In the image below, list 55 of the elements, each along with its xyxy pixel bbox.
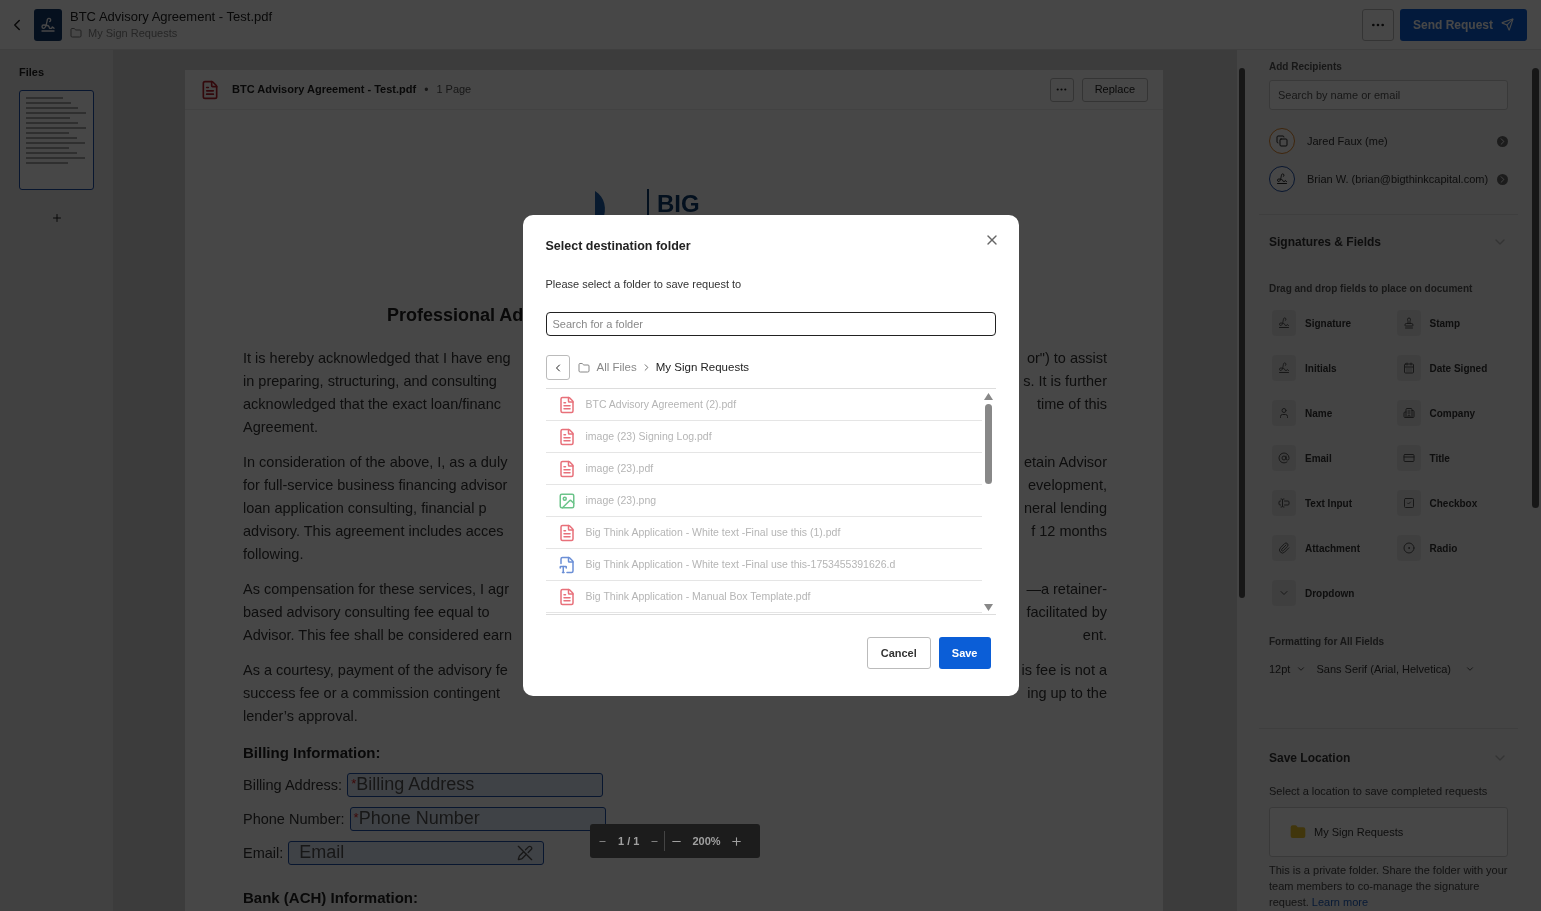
zoom-level: 200% [692, 833, 721, 849]
pdf-file-icon [557, 587, 576, 606]
document-text: based advisory consulting fee equal to [243, 603, 490, 622]
document-text: —a retainer- [1026, 580, 1107, 599]
section-heading: Billing Information: [243, 743, 381, 763]
document-text: Agreement. [243, 418, 318, 437]
document-text: f 12 months [1031, 522, 1107, 541]
document-text: lender’s approval. [243, 707, 358, 726]
folder-search-field[interactable]: Search for a folder [545, 312, 996, 337]
document-text: is fee is not a [1021, 661, 1107, 680]
learn-more-link[interactable]: Learn more [1311, 896, 1369, 908]
cancel-button[interactable]: Cancel [866, 637, 931, 670]
pdf-file-icon [557, 395, 576, 414]
files-heading: Files [19, 65, 45, 80]
separator-dot: • [424, 81, 429, 99]
scroll-up-icon[interactable] [984, 393, 993, 401]
document-text: facilitated by [1026, 603, 1107, 622]
folder-icon [577, 361, 590, 374]
document-text: success fee or a commission contingent [243, 684, 501, 703]
document-text: etain Advisor [1023, 453, 1107, 472]
document-text: acknowledged that the exact loan/financ [243, 395, 501, 414]
dialog-title: Select destination folder [545, 238, 691, 255]
zoom-in-icon[interactable] [729, 834, 743, 848]
field-label: Billing Address: [243, 775, 343, 795]
pdf-file-icon [557, 523, 576, 542]
field-label: Phone Number: [243, 809, 345, 829]
image-file-icon [557, 491, 576, 510]
save-button[interactable]: Save [938, 637, 991, 670]
document-text: or") to assist [1026, 349, 1107, 368]
document-title: BTC Advisory Agreement - Test.pdf [70, 7, 273, 25]
document-text: time of this [1036, 395, 1107, 414]
document-text: Advisor. This fee shall be considered earn [243, 626, 512, 645]
pdf-file-icon [557, 459, 576, 478]
scrollbar-thumb[interactable] [985, 404, 992, 485]
document-text: in preparing, structuring, and consulting [243, 372, 497, 391]
document-text: for full-service business financing advisor [243, 476, 508, 495]
pdf-file-icon [557, 427, 576, 446]
document-text: s. It is further [1023, 372, 1107, 391]
document-heading: Professional Ad [387, 304, 524, 327]
breadcrumb-item[interactable]: All Files [596, 359, 637, 377]
document-text: ent. [1082, 626, 1107, 645]
document-text: ing up to the [1027, 684, 1107, 703]
document-text: advisory. This agreement includes acces [243, 522, 504, 541]
file-name: BTC Advisory Agreement - Test.pdf [232, 82, 417, 98]
breadcrumb-item[interactable]: My Sign Requests [655, 359, 750, 377]
section-heading: Bank (ACH) Information: [243, 887, 418, 908]
field-label: Email: [243, 843, 284, 863]
page-indicator: 1 / 1 [618, 833, 640, 849]
document-text: following. [243, 545, 304, 564]
dialog-subtitle: Please select a folder to save request to [545, 276, 743, 292]
document-text: As a courtesy, payment of the advisory fe [243, 661, 508, 680]
scroll-down-icon[interactable] [984, 604, 993, 612]
document-file-icon [557, 555, 576, 574]
document-text: evelopment, [1028, 476, 1107, 495]
document-text: neral lending [1023, 499, 1107, 518]
